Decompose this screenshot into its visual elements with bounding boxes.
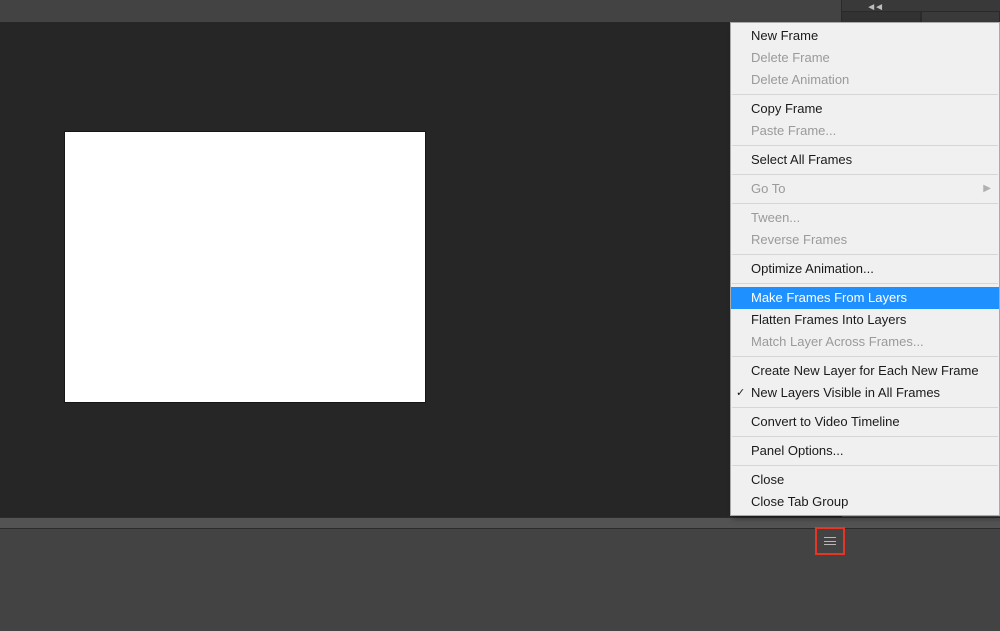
menu-flatten-frames-into-layers[interactable]: Flatten Frames Into Layers: [731, 309, 999, 331]
menu-delete-animation: Delete Animation: [731, 69, 999, 91]
menu-new-frame[interactable]: New Frame: [731, 25, 999, 47]
menu-new-layers-visible-label: New Layers Visible in All Frames: [751, 382, 940, 404]
menu-select-all-frames[interactable]: Select All Frames: [731, 149, 999, 171]
menu-separator: [732, 356, 998, 357]
menu-separator: [732, 407, 998, 408]
timeline-panel: [0, 517, 1000, 631]
timeline-flyout-menu: New Frame Delete Frame Delete Animation …: [730, 22, 1000, 516]
menu-go-to-label: Go To: [751, 178, 785, 200]
menu-match-layer-across-frames: Match Layer Across Frames...: [731, 331, 999, 353]
menu-create-new-layer-each-frame[interactable]: Create New Layer for Each New Frame: [731, 360, 999, 382]
menu-separator: [732, 436, 998, 437]
menu-close[interactable]: Close: [731, 469, 999, 491]
menu-panel-options[interactable]: Panel Options...: [731, 440, 999, 462]
menu-tween: Tween...: [731, 207, 999, 229]
menu-optimize-animation[interactable]: Optimize Animation...: [731, 258, 999, 280]
menu-separator: [732, 94, 998, 95]
hamburger-icon: [824, 537, 836, 545]
check-icon: ✓: [736, 382, 745, 404]
timeline-panel-body: [0, 528, 1000, 631]
menu-close-tab-group[interactable]: Close Tab Group: [731, 491, 999, 513]
menu-paste-frame: Paste Frame...: [731, 120, 999, 142]
menu-reverse-frames: Reverse Frames: [731, 229, 999, 251]
document-canvas[interactable]: [65, 132, 425, 402]
submenu-arrow-icon: ▶: [983, 178, 991, 200]
menu-copy-frame[interactable]: Copy Frame: [731, 98, 999, 120]
menu-delete-frame: Delete Frame: [731, 47, 999, 69]
menu-go-to: Go To ▶: [731, 178, 999, 200]
menu-separator: [732, 465, 998, 466]
menu-separator: [732, 174, 998, 175]
menu-separator: [732, 254, 998, 255]
menu-make-frames-from-layers[interactable]: Make Frames From Layers: [731, 287, 999, 309]
menu-separator: [732, 145, 998, 146]
menu-separator: [732, 283, 998, 284]
menu-separator: [732, 203, 998, 204]
timeline-flyout-menu-button[interactable]: [815, 527, 845, 555]
menu-convert-to-video-timeline[interactable]: Convert to Video Timeline: [731, 411, 999, 433]
menu-new-layers-visible[interactable]: ✓ New Layers Visible in All Frames: [731, 382, 999, 404]
